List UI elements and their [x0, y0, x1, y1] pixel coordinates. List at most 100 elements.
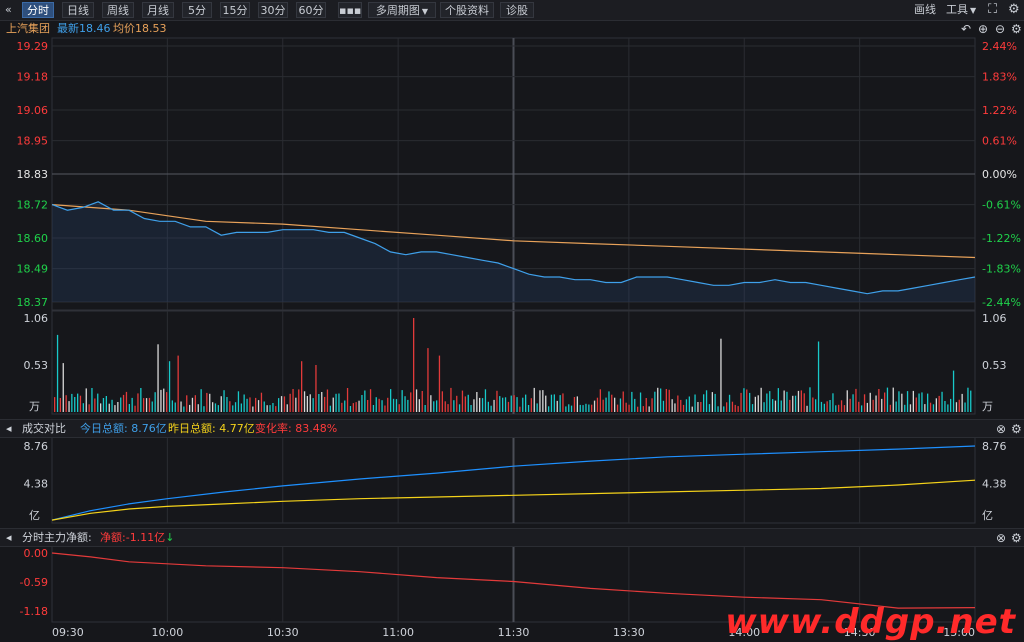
price-tick-label: 18.37: [17, 296, 49, 309]
volume-bar: [522, 397, 524, 412]
volume-bar: [797, 390, 800, 412]
volume-bar: [74, 397, 76, 412]
price-tick-label: 19.18: [17, 71, 49, 84]
settings-icon[interactable]: ⚙: [1011, 422, 1022, 436]
volume-bar: [79, 395, 82, 412]
volume-bar: [122, 394, 125, 412]
volume-bar: [642, 406, 644, 412]
volume-bar: [513, 395, 515, 412]
volume-bar: [754, 396, 756, 412]
volume-bar: [88, 404, 90, 412]
price-tick-label: 18.49: [17, 263, 49, 276]
flow-tick-label: -0.59: [20, 576, 48, 589]
volume-bar: [257, 400, 260, 412]
volume-bar: [662, 400, 665, 412]
volume-bar: [470, 405, 472, 412]
volume-bar: [375, 397, 377, 412]
volume-bar: [545, 395, 547, 412]
volume-unit-label: 万: [982, 400, 993, 413]
volume-bar: [774, 400, 777, 412]
volume-bar: [731, 401, 734, 412]
turnover-tick-label: 4.38: [24, 478, 49, 491]
volume-bar: [608, 391, 610, 412]
volume-bar: [941, 391, 943, 412]
turnover-tick-label: 8.76: [982, 440, 1007, 453]
price-tick-label: 19.29: [17, 40, 49, 53]
volume-bar: [163, 388, 165, 412]
volume-bar: [54, 397, 56, 412]
volume-bar: [436, 400, 438, 412]
volume-bar: [71, 393, 73, 412]
close-icon[interactable]: ⊗: [996, 531, 1006, 545]
volume-bar: [909, 404, 912, 412]
volume-bar: [772, 399, 774, 412]
volume-bar: [332, 397, 334, 412]
volume-bar: [301, 361, 303, 412]
yesterday-total: 昨日总额: 4.77亿: [168, 420, 255, 437]
volume-bar: [866, 402, 868, 412]
volume-bar: [757, 395, 759, 412]
price-tick-label: 18.72: [17, 199, 49, 212]
volume-bar: [806, 405, 808, 412]
volume-bar: [777, 388, 779, 412]
volume-bar: [171, 400, 173, 412]
collapse-icon[interactable]: ◂: [6, 529, 12, 546]
volume-bar: [685, 399, 688, 412]
volume-bar: [654, 391, 656, 412]
volume-bar: [714, 393, 716, 412]
pct-tick-label: 0.61%: [982, 135, 1017, 148]
volume-bar: [338, 393, 340, 412]
volume-bar: [519, 406, 521, 412]
volume-bar: [639, 392, 642, 412]
volume-bar: [657, 387, 659, 412]
volume-bar: [286, 404, 288, 412]
volume-bar: [306, 396, 308, 412]
volume-bar: [433, 401, 435, 412]
pct-tick-label: 1.83%: [982, 71, 1017, 84]
volume-bar: [786, 391, 788, 412]
volume-bar: [743, 388, 745, 412]
volume-bar: [186, 395, 188, 412]
volume-bar: [418, 399, 420, 412]
volume-bar: [921, 392, 923, 412]
volume-bar: [559, 395, 561, 412]
volume-tick-label: 0.53: [24, 359, 49, 372]
volume-bar: [229, 401, 231, 412]
today-total-label: 今日总额:: [80, 422, 128, 435]
pct-tick-label: -0.61%: [982, 199, 1021, 212]
volume-bar: [935, 398, 937, 412]
volume-bar: [958, 399, 960, 412]
net-label: 净额:: [100, 531, 126, 544]
volume-bar: [912, 390, 914, 412]
settings-icon[interactable]: ⚙: [1011, 531, 1022, 545]
pct-tick-label: -1.22%: [982, 232, 1021, 245]
volume-bar: [145, 398, 148, 412]
volume-bar: [823, 403, 825, 412]
volume-bar: [516, 397, 518, 412]
volume-bar: [694, 394, 696, 412]
time-tick-label: 10:00: [152, 626, 184, 639]
volume-bar: [269, 405, 271, 412]
time-tick-label: 10:30: [267, 626, 299, 639]
volume-bar: [728, 394, 731, 412]
volume-bar: [214, 403, 217, 412]
volume-bar: [203, 406, 205, 412]
volume-bar: [751, 404, 754, 412]
volume-bar: [137, 393, 139, 412]
volume-bar: [760, 387, 762, 412]
volume-bar: [318, 394, 320, 412]
volume-bar: [671, 399, 673, 412]
volume-bar: [861, 405, 863, 412]
volume-bar: [660, 388, 662, 412]
volume-bar: [585, 403, 587, 412]
volume-bar: [206, 392, 208, 412]
collapse-icon[interactable]: ◂: [6, 420, 12, 437]
volume-bar: [441, 391, 443, 412]
close-icon[interactable]: ⊗: [996, 422, 1006, 436]
volume-bar: [381, 400, 383, 412]
volume-bar: [553, 394, 555, 412]
turnover-unit-label: 亿: [29, 509, 40, 522]
volume-bar: [570, 405, 573, 412]
time-tick-label: 11:00: [382, 626, 414, 639]
volume-bar: [568, 404, 570, 412]
